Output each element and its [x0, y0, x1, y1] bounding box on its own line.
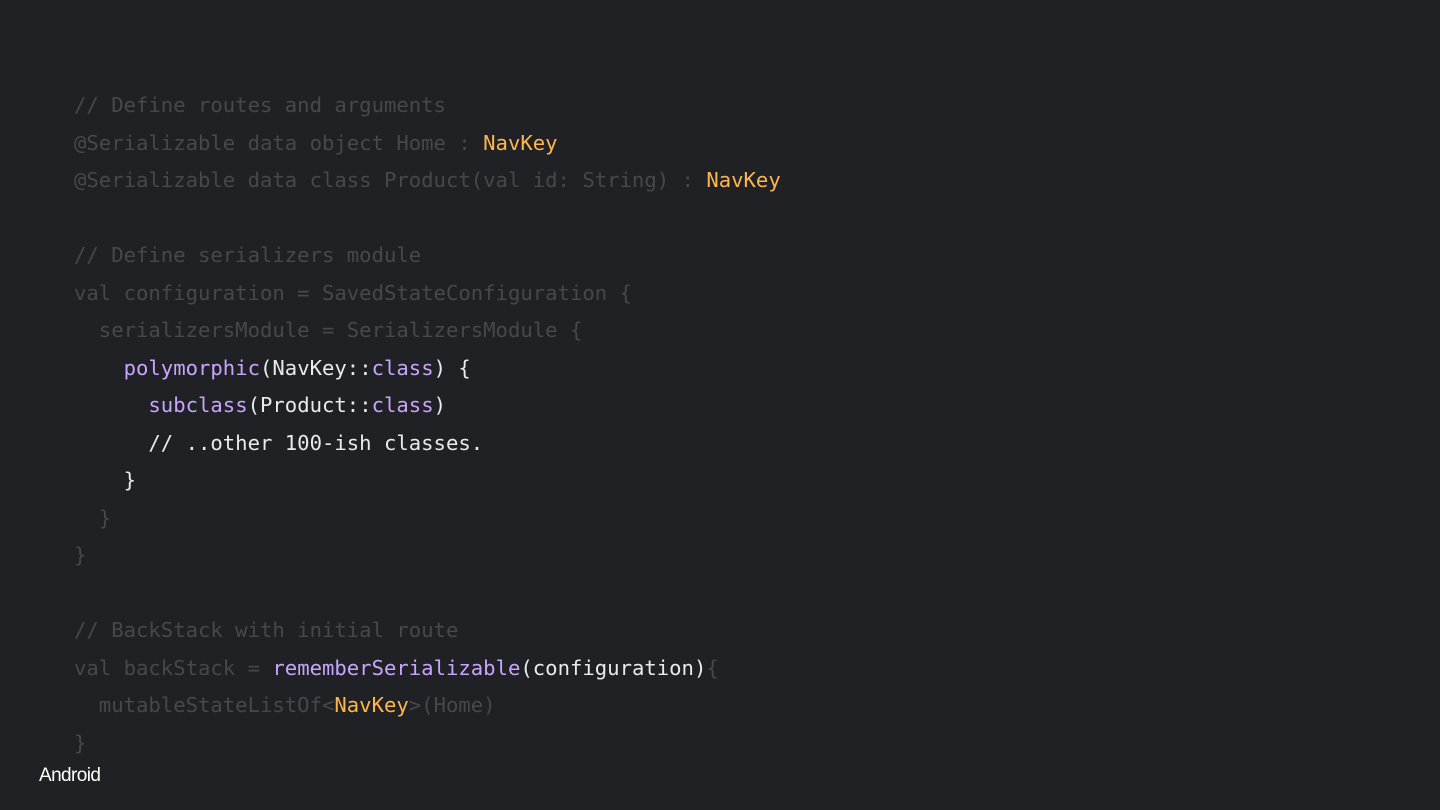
code-line: @Serializable data class Product(val id:…	[74, 162, 781, 200]
code-token-keyword: polymorphic	[123, 355, 260, 380]
code-line: }	[74, 725, 781, 763]
code-line: serializersModule = SerializersModule {	[74, 312, 781, 350]
code-line: }	[74, 462, 781, 500]
code-token-dim: }	[74, 543, 87, 567]
code-line: // Define serializers module	[74, 237, 781, 275]
code-line: mutableStateListOf<NavKey>(Home)	[74, 687, 781, 725]
code-line: @Serializable data object Home : NavKey	[74, 125, 781, 163]
code-line: subclass(Product::class)	[74, 387, 781, 425]
code-token-text: (Product::	[247, 393, 372, 417]
code-token-text: // ..other 100-ish classes.	[74, 430, 484, 455]
code-token-dim: {	[706, 655, 719, 680]
code-token-keyword: class	[371, 355, 434, 380]
code-token-text: }	[74, 468, 136, 492]
code-line: // Define routes and arguments	[74, 87, 781, 125]
code-token-keyword: subclass	[148, 393, 248, 417]
code-line: // ..other 100-ish classes.	[74, 425, 781, 463]
code-token-text: (NavKey::	[260, 355, 372, 380]
code-token-keyword: rememberSerializable	[272, 655, 521, 680]
code-token-dim: }	[74, 730, 87, 755]
code-token-dim: @Serializable data object Home :	[74, 130, 484, 155]
android-logo: Android	[39, 765, 101, 786]
code-token-keyword: class	[371, 393, 434, 417]
code-line: polymorphic(NavKey::class) {	[74, 350, 781, 388]
code-token-dim: val backStack =	[74, 655, 273, 680]
code-block: // Define routes and arguments @Serializa…	[74, 87, 781, 762]
code-token-dim: val configuration = SavedStateConfigurat…	[74, 280, 632, 305]
code-token-text: (configuration)	[520, 655, 707, 680]
code-token-dim: @Serializable data class Product(val id:…	[74, 168, 707, 192]
code-line: }	[74, 500, 781, 538]
code-line: val configuration = SavedStateConfigurat…	[74, 275, 781, 313]
code-token-text: ) {	[433, 355, 471, 380]
code-token-dim: // Define routes and arguments	[74, 93, 446, 117]
code-token-text: )	[433, 393, 447, 417]
code-token-dim: // BackStack with initial route	[74, 618, 459, 642]
code-token-dim: mutableStateListOf<	[74, 693, 335, 717]
code-token-dim: serializersModule = SerializersModule {	[74, 318, 583, 342]
code-token-dim: // Define serializers module	[74, 243, 422, 267]
code-token-type: NavKey	[483, 130, 558, 155]
code-token-type: NavKey	[334, 693, 409, 717]
code-line: // BackStack with initial route	[74, 612, 781, 650]
code-token-dim: }	[74, 505, 112, 530]
code-token-dim: >(Home)	[408, 693, 496, 717]
code-line: }	[74, 537, 781, 575]
slide: // Define routes and arguments @Serializa…	[0, 0, 1440, 810]
code-line: val backStack = rememberSerializable(con…	[74, 650, 781, 688]
code-token-type: NavKey	[706, 168, 781, 192]
